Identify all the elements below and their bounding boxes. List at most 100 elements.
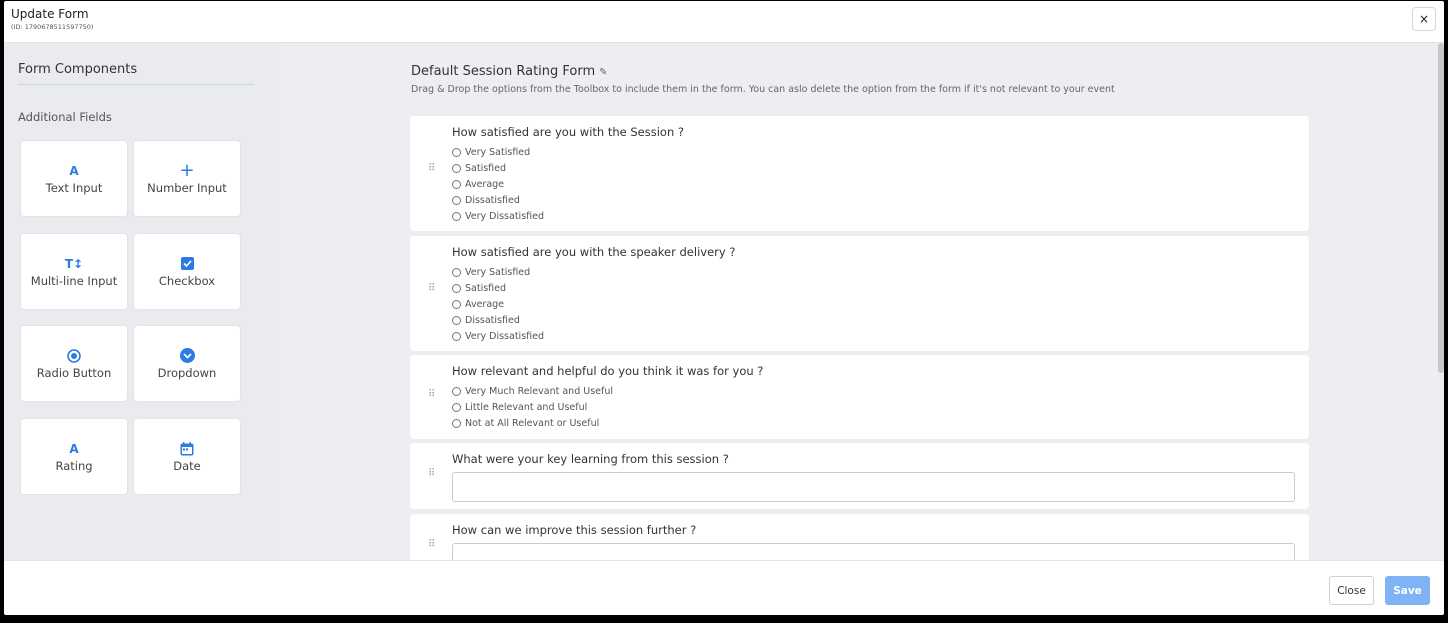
modal-title: Update Form [11, 7, 89, 21]
calendar-icon [180, 441, 194, 457]
drag-handle-icon[interactable]: ⠿ [428, 390, 438, 400]
radio-circle-icon[interactable] [452, 387, 461, 397]
save-button[interactable]: Save [1385, 576, 1430, 605]
radio-circle-icon[interactable] [452, 195, 461, 205]
radio-option[interactable]: Very Dissatisfied [452, 328, 544, 344]
radio-circle-icon[interactable] [452, 315, 461, 325]
option-label: Very Satisfied [465, 147, 531, 159]
update-form-modal: Update Form (ID: 1790678511597750) × For… [4, 1, 1444, 615]
option-label: Little Relevant and Useful [465, 402, 588, 414]
option-label: Not at All Relevant or Useful [465, 417, 600, 429]
component-label: Checkbox [158, 273, 216, 288]
radio-circle-icon[interactable] [452, 331, 461, 341]
option-label: Very Satisfied [465, 267, 531, 279]
radio-circle-icon[interactable] [452, 148, 461, 158]
component-dropdown[interactable]: Dropdown [134, 326, 240, 401]
radio-circle-icon[interactable] [452, 299, 461, 309]
component-label: Date [173, 458, 201, 473]
question-card[interactable]: ⠿ What were your key learning from this … [410, 443, 1309, 509]
option-label: Satisfied [465, 283, 507, 295]
edit-icon[interactable]: ✎ [599, 67, 607, 78]
component-label: Dropdown [157, 365, 217, 380]
radio-option[interactable]: Not at All Relevant or Useful [452, 416, 613, 432]
drag-handle-icon[interactable]: ⠿ [428, 469, 438, 479]
radio-option[interactable]: Dissatisfied [452, 312, 544, 328]
modal-header: Update Form (ID: 1790678511597750) × [4, 1, 1444, 43]
radio-option[interactable]: Very Much Relevant and Useful [452, 384, 613, 400]
radio-option[interactable]: Average [452, 177, 544, 193]
question-card[interactable]: ⠿ How relevant and helpful do you think … [410, 355, 1309, 439]
question-label: How satisfied are you with the speaker d… [452, 245, 736, 259]
question-card[interactable]: ⠿ How satisfied are you with the speaker… [410, 236, 1309, 351]
component-radio-button[interactable]: Radio Button [21, 326, 127, 401]
radio-circle-icon[interactable] [452, 164, 461, 174]
option-label: Dissatisfied [465, 194, 520, 206]
option-label: Average [465, 298, 505, 310]
radio-circle-icon[interactable] [452, 211, 461, 221]
radio-circle-icon[interactable] [452, 403, 461, 413]
component-multi-line-input[interactable]: T↕ Multi-line Input [21, 234, 127, 309]
drag-handle-icon[interactable]: ⠿ [428, 540, 438, 550]
component-label: Text Input [45, 180, 103, 195]
component-date[interactable]: Date [134, 419, 240, 494]
checkbox-icon [180, 256, 194, 272]
radio-option[interactable]: Very Satisfied [452, 145, 544, 161]
radio-circle-icon[interactable] [452, 268, 461, 278]
question-label: How relevant and helpful do you think it… [452, 364, 764, 378]
radio-option[interactable]: Very Dissatisfied [452, 208, 544, 224]
option-label: Dissatisfied [465, 314, 520, 326]
form-description: Drag & Drop the options from the Toolbox… [411, 84, 1115, 95]
form-builder-canvas: Default Session Rating Form ✎ Drag & Drop… [280, 43, 1444, 560]
form-components-sidebar: Form Components Additional Fields A Text… [4, 43, 280, 560]
radio-option[interactable]: Dissatisfied [452, 192, 544, 208]
component-rating[interactable]: A Rating [21, 419, 127, 494]
drag-handle-icon[interactable]: ⠿ [428, 284, 438, 294]
option-label: Very Dissatisfied [465, 330, 545, 342]
component-number-input[interactable]: + Number Input [134, 141, 240, 216]
radio-option[interactable]: Satisfied [452, 161, 544, 177]
question-card[interactable]: ⠿ How can we improve this session furthe… [410, 514, 1309, 560]
text-icon: A [69, 163, 79, 178]
question-card[interactable]: ⠿ How satisfied are you with the Session… [410, 116, 1309, 231]
text-height-icon: T↕ [64, 256, 84, 271]
question-label: How can we improve this session further … [452, 523, 697, 537]
vertical-scrollbar[interactable] [1438, 43, 1444, 373]
radio-circle-icon[interactable] [452, 284, 461, 294]
text-icon: A [69, 441, 79, 456]
options-list: Very Satisfied Satisfied Average Dissati… [452, 145, 544, 224]
close-icon[interactable]: × [1412, 7, 1436, 31]
radio-circle-icon[interactable] [452, 418, 461, 428]
component-text-input[interactable]: A Text Input [21, 141, 127, 216]
modal-footer: Close Save [4, 560, 1444, 615]
close-button[interactable]: Close [1329, 576, 1374, 605]
answer-text-input[interactable] [452, 543, 1295, 560]
sidebar-divider [18, 84, 254, 85]
option-label: Very Dissatisfied [465, 210, 545, 222]
form-title: Default Session Rating Form ✎ [411, 64, 608, 79]
component-label: Multi-line Input [30, 273, 118, 288]
radio-option[interactable]: Little Relevant and Useful [452, 400, 613, 416]
option-label: Satisfied [465, 163, 507, 175]
options-list: Very Much Relevant and Useful Little Rel… [452, 384, 613, 431]
radio-circle-icon[interactable] [452, 179, 461, 189]
radio-option[interactable]: Average [452, 297, 544, 313]
drag-handle-icon[interactable]: ⠿ [428, 164, 438, 174]
radio-option[interactable]: Satisfied [452, 281, 544, 297]
component-checkbox[interactable]: Checkbox [134, 234, 240, 309]
question-label: How satisfied are you with the Session ? [452, 125, 685, 139]
options-list: Very Satisfied Satisfied Average Dissati… [452, 265, 544, 344]
form-title-text: Default Session Rating Form [411, 64, 596, 79]
radio-icon [67, 348, 81, 364]
answer-text-input[interactable] [452, 472, 1295, 502]
plus-icon: + [179, 160, 195, 181]
component-label: Number Input [147, 180, 227, 195]
radio-option[interactable]: Very Satisfied [452, 265, 544, 281]
option-label: Average [465, 178, 505, 190]
sidebar-section-title: Additional Fields [18, 110, 112, 124]
chevron-circle-icon [179, 348, 195, 364]
component-label: Rating [55, 458, 93, 473]
component-label: Radio Button [36, 365, 112, 380]
form-id: (ID: 1790678511597750) [11, 23, 94, 31]
sidebar-title: Form Components [18, 62, 138, 77]
question-label: What were your key learning from this se… [452, 452, 729, 466]
